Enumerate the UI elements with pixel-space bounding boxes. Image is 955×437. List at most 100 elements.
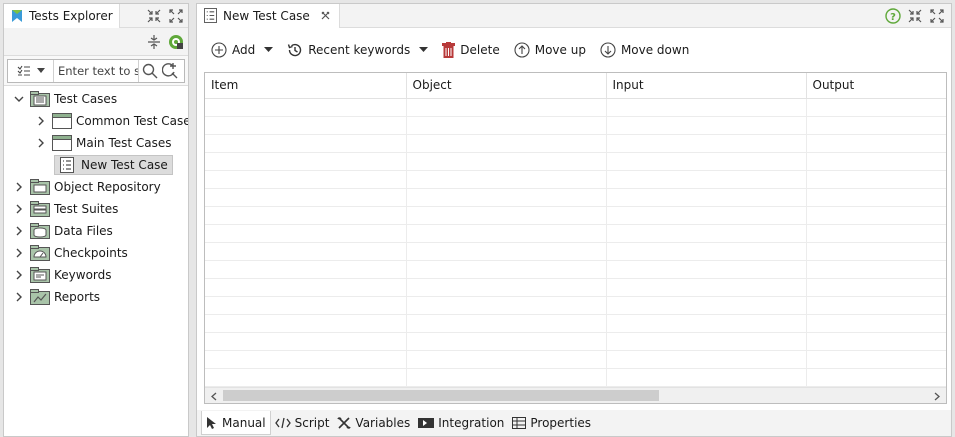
- table-cell[interactable]: [806, 278, 946, 297]
- maximize-icon[interactable]: [168, 8, 184, 24]
- table-row[interactable]: [205, 314, 946, 333]
- help-icon[interactable]: ?: [885, 7, 901, 24]
- chevron-right-icon[interactable]: [12, 224, 26, 238]
- tree-item-new-test-case[interactable]: New Test Case: [4, 154, 188, 176]
- table-cell[interactable]: [806, 224, 946, 243]
- table-cell[interactable]: [406, 206, 607, 225]
- test-steps-table[interactable]: Item Object Input Output: [204, 72, 947, 404]
- table-cell[interactable]: [406, 314, 607, 333]
- table-row[interactable]: [205, 116, 946, 135]
- chevron-right-icon[interactable]: [12, 180, 26, 194]
- table-cell[interactable]: [606, 368, 807, 387]
- move-up-button[interactable]: Move up: [510, 38, 590, 62]
- table-cell[interactable]: [606, 206, 807, 225]
- table-row[interactable]: [205, 278, 946, 297]
- tab-properties[interactable]: Properties: [508, 411, 595, 435]
- table-row[interactable]: [205, 224, 946, 243]
- column-header-output[interactable]: Output: [806, 73, 946, 99]
- table-cell[interactable]: [205, 314, 407, 333]
- table-cell[interactable]: [606, 350, 807, 369]
- table-cell[interactable]: [606, 224, 807, 243]
- tree-item-keywords[interactable]: Keywords: [4, 264, 188, 286]
- tree-item-main-test-cases[interactable]: Main Test Cases: [4, 132, 188, 154]
- table-cell[interactable]: [606, 278, 807, 297]
- table-cell[interactable]: [205, 260, 407, 279]
- table-cell[interactable]: [406, 98, 607, 117]
- table-cell[interactable]: [406, 188, 607, 207]
- table-cell[interactable]: [406, 368, 607, 387]
- table-cell[interactable]: [205, 332, 407, 351]
- table-cell[interactable]: [205, 368, 407, 387]
- search-icon[interactable]: [142, 63, 158, 79]
- table-cell[interactable]: [606, 152, 807, 171]
- table-row[interactable]: [205, 170, 946, 189]
- table-row[interactable]: [205, 368, 946, 387]
- table-cell[interactable]: [806, 314, 946, 333]
- table-row[interactable]: [205, 206, 946, 225]
- maximize-icon[interactable]: [929, 8, 945, 24]
- table-cell[interactable]: [806, 134, 946, 153]
- table-cell[interactable]: [406, 296, 607, 315]
- table-cell[interactable]: [806, 116, 946, 135]
- table-row[interactable]: [205, 152, 946, 171]
- table-cell[interactable]: [606, 332, 807, 351]
- table-cell[interactable]: [606, 98, 807, 117]
- table-cell[interactable]: [406, 260, 607, 279]
- table-cell[interactable]: [406, 350, 607, 369]
- scroll-left-icon[interactable]: [206, 388, 222, 403]
- table-cell[interactable]: [205, 188, 407, 207]
- table-cell[interactable]: [205, 242, 407, 261]
- tree-item-test-suites[interactable]: Test Suites: [4, 198, 188, 220]
- table-cell[interactable]: [406, 134, 607, 153]
- tree-item-test-cases[interactable]: Test Cases: [4, 88, 188, 110]
- link-with-editor-icon[interactable]: [168, 34, 184, 50]
- chevron-right-icon[interactable]: [12, 246, 26, 260]
- table-cell[interactable]: [205, 296, 407, 315]
- advanced-search-icon[interactable]: [162, 62, 178, 79]
- table-cell[interactable]: [205, 206, 407, 225]
- table-cell[interactable]: [406, 278, 607, 297]
- table-cell[interactable]: [606, 134, 807, 153]
- table-row[interactable]: [205, 134, 946, 153]
- scroll-right-icon[interactable]: [929, 388, 945, 403]
- chevron-right-icon[interactable]: [12, 202, 26, 216]
- delete-button[interactable]: Delete: [438, 38, 503, 62]
- table-cell[interactable]: [406, 332, 607, 351]
- table-row[interactable]: [205, 260, 946, 279]
- chevron-down-icon[interactable]: [12, 92, 26, 106]
- table-cell[interactable]: [606, 170, 807, 189]
- tab-script[interactable]: Script: [271, 411, 334, 435]
- table-cell[interactable]: [606, 188, 807, 207]
- tree-item-checkpoints[interactable]: Checkpoints: [4, 242, 188, 264]
- close-icon[interactable]: [321, 8, 331, 24]
- table-cell[interactable]: [606, 116, 807, 135]
- chevron-right-icon[interactable]: [12, 290, 26, 304]
- search-input[interactable]: [54, 63, 138, 78]
- table-cell[interactable]: [806, 350, 946, 369]
- table-cell[interactable]: [205, 170, 407, 189]
- table-cell[interactable]: [806, 242, 946, 261]
- table-cell[interactable]: [806, 296, 946, 315]
- table-cell[interactable]: [606, 314, 807, 333]
- table-cell[interactable]: [606, 296, 807, 315]
- table-row[interactable]: [205, 98, 946, 117]
- table-row[interactable]: [205, 350, 946, 369]
- table-cell[interactable]: [205, 152, 407, 171]
- table-cell[interactable]: [205, 134, 407, 153]
- table-cell[interactable]: [406, 152, 607, 171]
- table-cell[interactable]: [806, 188, 946, 207]
- table-cell[interactable]: [406, 224, 607, 243]
- add-button[interactable]: Add: [207, 38, 259, 62]
- table-cell[interactable]: [205, 350, 407, 369]
- table-cell[interactable]: [806, 332, 946, 351]
- tests-explorer-tab[interactable]: Tests Explorer: [4, 3, 120, 28]
- chevron-right-icon[interactable]: [12, 268, 26, 282]
- column-header-object[interactable]: Object: [406, 73, 607, 99]
- horizontal-scrollbar[interactable]: [205, 387, 946, 403]
- table-cell[interactable]: [205, 116, 407, 135]
- column-header-item[interactable]: Item: [205, 73, 407, 99]
- table-cell[interactable]: [205, 98, 407, 117]
- minimize-icon[interactable]: [146, 8, 162, 24]
- table-cell[interactable]: [806, 260, 946, 279]
- table-cell[interactable]: [205, 224, 407, 243]
